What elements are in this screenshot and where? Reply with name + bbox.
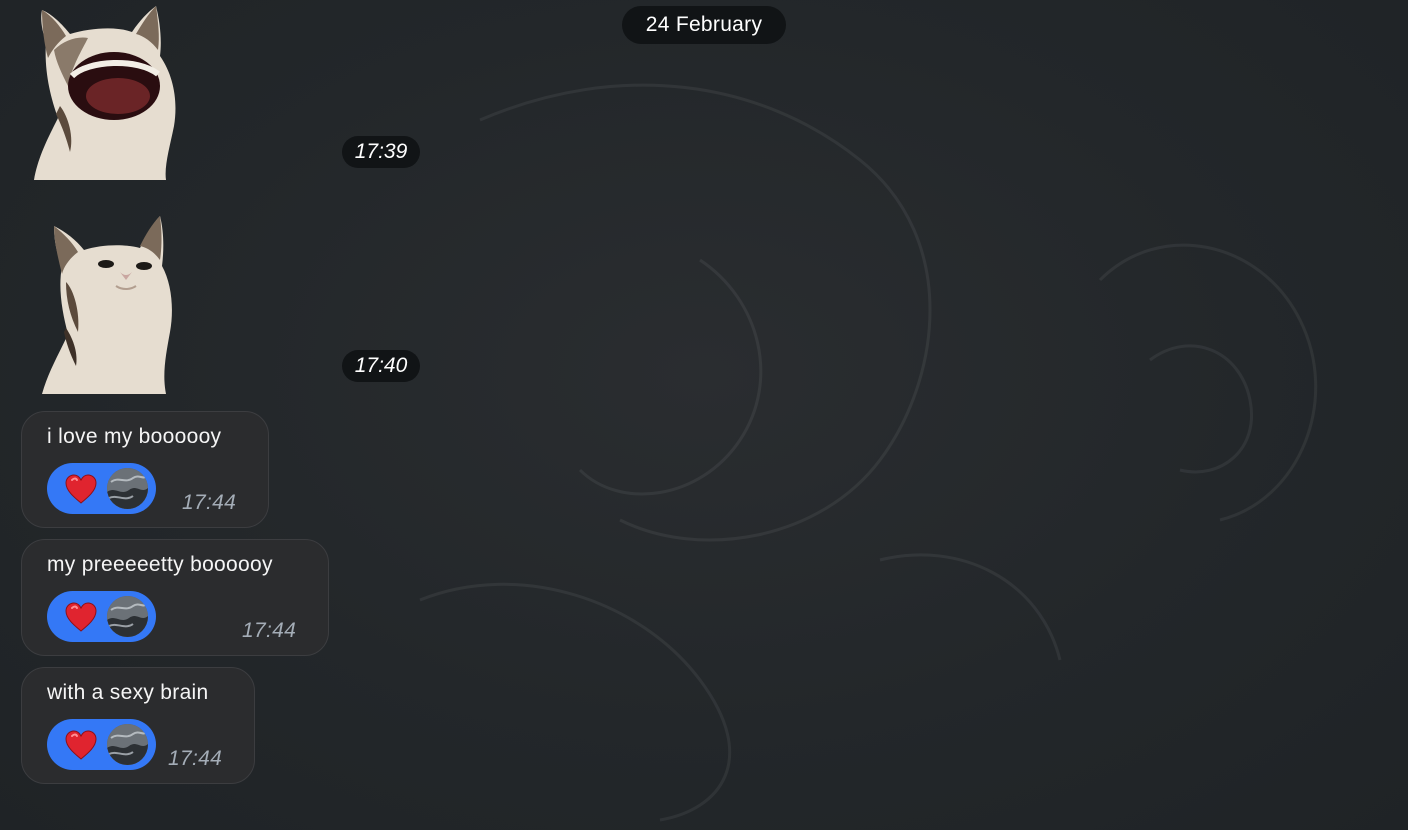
reactor-avatar[interactable] bbox=[107, 724, 148, 765]
message-bubble[interactable]: my preeeeetty boooooy 17:44 bbox=[21, 539, 329, 656]
chat-area: 24 February 17:39 17:40 i love my booooo… bbox=[0, 0, 1408, 830]
sticker-time-pill: 17:40 bbox=[342, 350, 420, 382]
message-time: 17:44 bbox=[242, 619, 297, 642]
reactor-avatar[interactable] bbox=[107, 468, 148, 509]
date-separator: 24 February bbox=[622, 6, 786, 44]
cat-closed-mouth-sticker[interactable] bbox=[40, 216, 176, 396]
sticker-time-pill: 17:39 bbox=[342, 136, 420, 168]
message-bubble[interactable]: i love my boooooy 17:44 bbox=[21, 411, 269, 528]
message-text: i love my boooooy bbox=[47, 425, 222, 448]
cat-open-mouth-sticker[interactable] bbox=[28, 6, 180, 182]
message-time: 17:44 bbox=[182, 491, 237, 514]
reactor-avatar[interactable] bbox=[107, 596, 148, 637]
message-bubble[interactable]: with a sexy brain 17:44 bbox=[21, 667, 255, 784]
sticker-time: 17:40 bbox=[354, 354, 408, 377]
sticker-time: 17:39 bbox=[354, 140, 408, 163]
message-text: my preeeeetty boooooy bbox=[47, 553, 273, 576]
heart-icon bbox=[65, 474, 97, 504]
message-text: with a sexy brain bbox=[47, 681, 209, 704]
message-time: 17:44 bbox=[168, 747, 223, 770]
date-separator-label: 24 February bbox=[645, 13, 763, 36]
heart-icon bbox=[65, 730, 97, 760]
heart-icon bbox=[65, 602, 97, 632]
heart-reaction[interactable] bbox=[47, 591, 156, 642]
heart-reaction[interactable] bbox=[47, 463, 156, 514]
heart-reaction[interactable] bbox=[47, 719, 156, 770]
